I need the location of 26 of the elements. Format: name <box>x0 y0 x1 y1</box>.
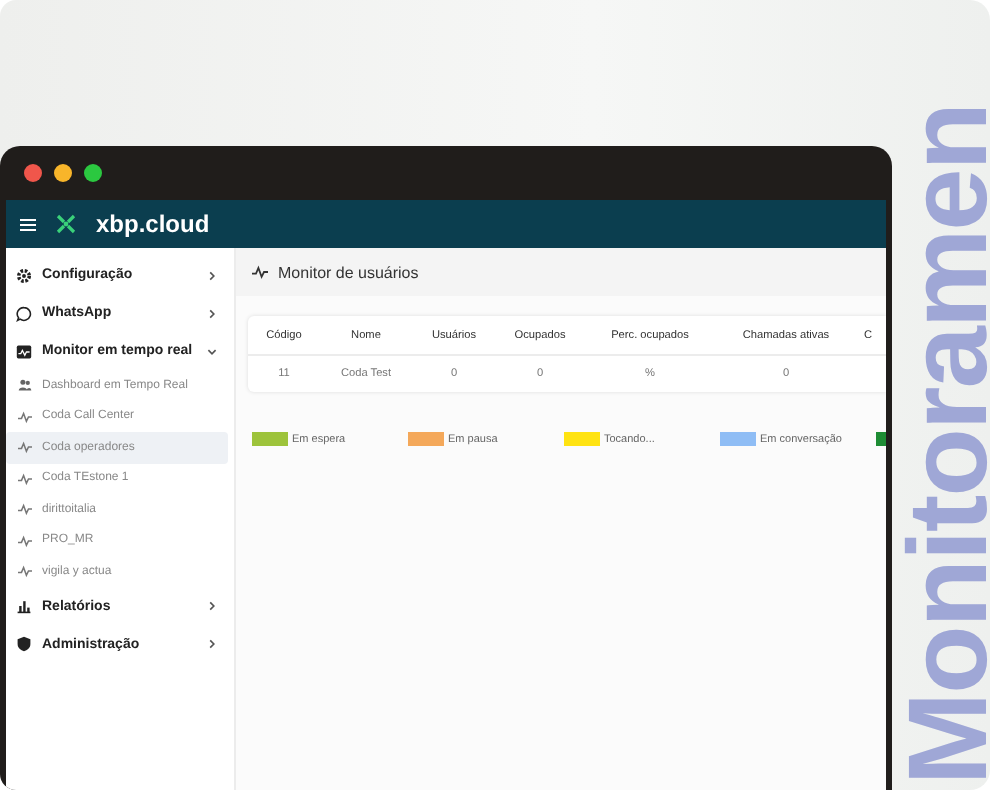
pulse-icon <box>18 409 32 424</box>
pulse-icon <box>18 471 32 486</box>
vertical-title: Monitoramen <box>892 104 990 786</box>
logo-text: xbp.cloud <box>96 210 210 238</box>
chevron-icon <box>206 307 218 319</box>
logo-icon <box>56 214 76 234</box>
minimize-dot[interactable] <box>54 164 72 182</box>
close-dot[interactable] <box>24 164 42 182</box>
pulse-icon <box>18 533 32 548</box>
people-icon <box>18 378 32 393</box>
chevron-icon <box>206 600 218 612</box>
bar-chart-icon <box>16 598 32 614</box>
shield-icon <box>16 636 32 652</box>
pulse-icon <box>18 502 32 517</box>
chevron-icon <box>206 269 218 281</box>
chat-bubble-icon <box>16 305 32 321</box>
chevron-icon <box>206 345 218 357</box>
pulse-icon <box>18 564 32 579</box>
gear-icon <box>16 267 32 283</box>
pulse-icon <box>18 440 32 455</box>
monitor-icon <box>16 343 32 359</box>
maximize-dot[interactable] <box>84 164 102 182</box>
menu-icon[interactable] <box>20 217 36 231</box>
page-title: Monitor de usuários <box>278 263 419 281</box>
chevron-icon <box>206 638 218 650</box>
pulse-icon <box>252 264 268 280</box>
